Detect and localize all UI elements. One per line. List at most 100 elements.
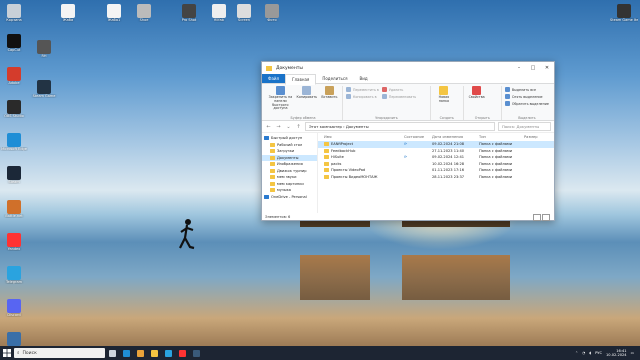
tab-home[interactable]: Главная xyxy=(285,73,317,85)
explorer-titlebar[interactable]: Документы – □ ✕ xyxy=(262,62,554,74)
close-button[interactable]: ✕ xyxy=(540,62,554,74)
desktop-icon-label: Discord xyxy=(7,313,21,317)
explorer-window[interactable]: Документы – □ ✕ Файл Главная Поделиться … xyxy=(261,61,555,221)
copy-button[interactable]: Копировать xyxy=(297,86,317,120)
up-chevron-icon[interactable]: ⌃ xyxy=(575,351,578,355)
properties-button[interactable]: Свойства xyxy=(467,86,487,120)
invert-selection-button[interactable]: Обратить выделение xyxy=(504,100,549,107)
paste-button[interactable]: Вставить xyxy=(320,86,339,120)
select-none-button[interactable]: Снять выделение xyxy=(504,93,549,100)
volume-icon[interactable]: ◖ xyxy=(589,351,591,355)
desktop-icon-right[interactable]: Steam Game Item xyxy=(610,4,638,22)
move-to-button[interactable]: Переместить в xyxy=(346,86,379,93)
language-indicator[interactable]: РУС xyxy=(595,351,602,355)
copy-to-button[interactable]: Копировать в xyxy=(346,93,379,100)
taskbar-steam-button[interactable] xyxy=(189,346,203,360)
clock[interactable]: 16:41 10.02.2024 xyxy=(606,349,627,358)
windows-logo-icon xyxy=(3,349,11,357)
nav-item-label: OneDrive - Personal xyxy=(271,194,307,199)
folder-icon xyxy=(270,181,275,186)
network-icon[interactable]: ◔ xyxy=(582,351,585,355)
start-button[interactable] xyxy=(0,346,14,360)
desktop-icon[interactable]: Steam xyxy=(0,166,28,184)
column-date[interactable]: Дата изменения xyxy=(432,135,479,139)
nav-item[interactable]: OneDrive - Personal xyxy=(262,194,317,201)
minimize-button[interactable]: – xyxy=(512,62,526,74)
pin-quick-access-button[interactable]: Закрепить на панели быстрого доступа xyxy=(267,86,294,120)
properties-label: Свойства xyxy=(468,95,485,99)
copy-label: Копировать xyxy=(296,95,318,99)
desktop-icon[interactable]: RH xyxy=(30,40,58,58)
up-arrow-icon[interactable]: ↑ xyxy=(295,124,302,130)
desktop-icon[interactable]: Фото xyxy=(258,4,286,22)
nav-item-label: Документы xyxy=(277,155,299,160)
folder-icon xyxy=(324,161,329,166)
notifications-icon[interactable]: ▭ xyxy=(631,351,634,355)
desktop-icon-label: Жаба xyxy=(62,18,74,22)
taskbar-chrome-button[interactable] xyxy=(133,346,147,360)
column-status[interactable]: Состояние xyxy=(404,135,432,139)
desktop-icon[interactable]: Жаба xyxy=(54,4,82,22)
taskbar-telegram-button[interactable] xyxy=(161,346,175,360)
task-view-icon xyxy=(108,349,116,357)
desktop-icon[interactable]: Battle.net xyxy=(0,200,28,218)
desktop-icon[interactable]: OBS Studio xyxy=(0,100,28,118)
row-type: Папка с файлами xyxy=(479,148,513,153)
app-icon xyxy=(7,200,21,214)
app-icon xyxy=(265,4,279,18)
back-arrow-icon[interactable]: ← xyxy=(265,124,272,130)
wallpaper-reflection-right xyxy=(402,255,510,300)
address-bar[interactable]: Этот компьютер › Документы xyxy=(305,122,495,131)
rename-button[interactable]: Переименовать xyxy=(381,93,417,100)
desktop-icon[interactable]: Жаба1 xyxy=(100,4,128,22)
steam-icon xyxy=(192,349,200,357)
desktop-icon[interactable]: Telegram xyxy=(0,266,28,284)
desktop-icon[interactable]: Microsoft Edge xyxy=(0,133,28,151)
tab-view[interactable]: Вид xyxy=(353,74,373,83)
row-type: Папка с файлами xyxy=(479,168,513,173)
rename-label: Переименовать xyxy=(388,94,417,99)
forward-arrow-icon[interactable]: → xyxy=(275,124,282,130)
desktop-icon[interactable]: Adobe xyxy=(0,67,28,85)
cloud-icon xyxy=(264,194,269,199)
tab-file[interactable]: Файл xyxy=(262,74,286,83)
details-view-icon[interactable] xyxy=(533,213,541,221)
desktop-icon[interactable]: Yandex xyxy=(0,233,28,251)
select-all-button[interactable]: Выделить все xyxy=(504,86,549,93)
desktop-icon[interactable]: CapCut xyxy=(0,34,28,52)
desktop-icon[interactable]: Screen xyxy=(230,4,258,22)
desktop-icon[interactable]: Shoe xyxy=(130,4,158,22)
new-folder-button[interactable]: Новая папка xyxy=(434,86,454,120)
taskbar-explorer-button[interactable] xyxy=(147,346,161,360)
desktop-icon[interactable]: Корзина xyxy=(0,4,28,22)
column-name[interactable]: Имя xyxy=(318,135,404,139)
column-type[interactable]: Тип xyxy=(479,135,524,139)
taskbar-apps xyxy=(105,346,203,360)
row-date: 01.11.2023 17:16 xyxy=(432,168,465,173)
system-tray: ⌃ ◔ ◖ РУС 16:41 10.02.2024 ▭ xyxy=(575,346,634,360)
delete-button[interactable]: Удалить xyxy=(381,86,416,93)
desktop-icon-label: Корзина xyxy=(6,18,22,22)
maximize-button[interactable]: □ xyxy=(526,62,540,74)
column-size[interactable]: Размер xyxy=(524,135,554,139)
desktop-icon[interactable]: Discord xyxy=(0,299,28,317)
taskbar-search[interactable]: ⌕ Поиск xyxy=(14,348,105,358)
table-row[interactable]: Проекты ВидеоМОНТАЖ 28.11.2023 23:37 Папка… xyxy=(318,174,554,181)
taskbar-task-view-button[interactable] xyxy=(105,346,119,360)
copy-icon xyxy=(302,86,312,95)
navigation-pane: Быстрый доступ Рабочий стол Загрузки Докуме… xyxy=(262,133,318,213)
desktop-icon[interactable]: Steam Game xyxy=(30,80,58,98)
desktop-icon[interactable]: Pro Shot xyxy=(175,4,203,22)
search-input[interactable]: Поиск: Документы xyxy=(498,122,551,131)
folder-icon xyxy=(270,168,275,173)
app-icon xyxy=(7,67,21,81)
tiles-view-icon[interactable] xyxy=(542,213,550,221)
row-date: 10.02.2024 16:28 xyxy=(432,161,465,166)
recent-chevron-icon[interactable]: ⌄ xyxy=(285,124,292,130)
desktop-icon[interactable]: fillfab xyxy=(205,4,233,22)
folder-icon xyxy=(270,175,275,180)
taskbar-edge-button[interactable] xyxy=(119,346,133,360)
taskbar-yandex-button[interactable] xyxy=(175,346,189,360)
new-folder-label: Новая папка xyxy=(438,95,450,103)
tab-share[interactable]: Поделиться xyxy=(316,74,353,83)
